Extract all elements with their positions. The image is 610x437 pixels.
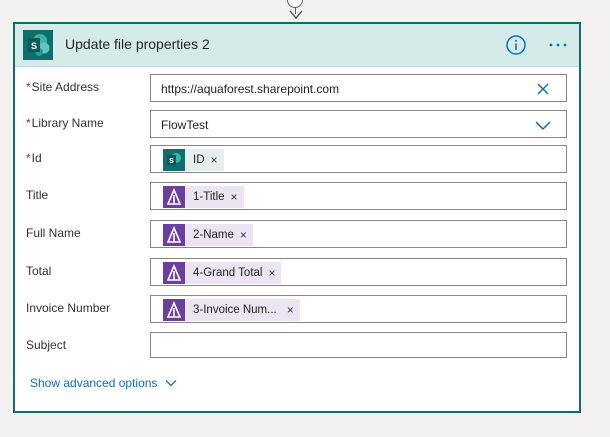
site-address-label: *Site Address (26, 80, 100, 94)
invoice-number-token[interactable]: 3-Invoice Num... × (163, 299, 300, 321)
sharepoint-logo-icon: S (23, 30, 53, 60)
add-step-circle[interactable] (287, 0, 303, 8)
site-address-field[interactable]: https://aquaforest.sharepoint.com (150, 74, 567, 102)
form-recognizer-icon (163, 262, 185, 284)
title-field[interactable]: 1-Title × (150, 182, 567, 210)
full-name-token[interactable]: 2-Name × (163, 224, 253, 246)
library-name-dropdown[interactable]: FlowTest (150, 110, 567, 138)
remove-token-icon[interactable]: × (287, 303, 300, 317)
chevron-down-icon (165, 380, 177, 387)
sharepoint-token-icon: S (163, 149, 185, 171)
remove-token-icon[interactable]: × (231, 190, 244, 204)
arrow-down-icon (289, 10, 303, 20)
advanced-options-label: Show advanced options (30, 376, 158, 390)
card-title: Update file properties 2 (65, 36, 210, 52)
title-token-label: 1-Title (193, 191, 225, 203)
more-options-icon[interactable] (545, 34, 571, 56)
full-name-token-label: 2-Name (193, 229, 234, 241)
full-name-label: Full Name (26, 226, 81, 240)
action-card: S Update file properties 2 *Site Address… (13, 22, 581, 413)
library-name-label: *Library Name (26, 116, 104, 130)
subject-label: Subject (26, 338, 67, 352)
library-name-value: FlowTest (161, 118, 209, 132)
info-icon[interactable] (505, 34, 527, 56)
remove-token-icon[interactable]: × (211, 153, 224, 167)
form-recognizer-icon (163, 224, 185, 246)
clear-icon[interactable] (536, 82, 550, 96)
total-field[interactable]: 4-Grand Total × (150, 258, 567, 286)
chevron-down-icon[interactable] (535, 118, 551, 132)
full-name-field[interactable]: 2-Name × (150, 220, 567, 248)
svg-text:S: S (31, 41, 37, 51)
invoice-number-token-label: 3-Invoice Num... (193, 304, 277, 316)
id-field[interactable]: S ID × (150, 145, 567, 173)
id-label: *Id (26, 151, 42, 165)
remove-token-icon[interactable]: × (268, 266, 281, 280)
invoice-number-label: Invoice Number (26, 301, 111, 315)
subject-input[interactable] (150, 332, 567, 358)
form-recognizer-icon (163, 186, 185, 208)
invoice-number-field[interactable]: 3-Invoice Num... × (150, 295, 567, 323)
remove-token-icon[interactable]: × (240, 228, 253, 242)
total-label: Total (26, 264, 52, 278)
form-recognizer-icon (163, 299, 185, 321)
site-address-value: https://aquaforest.sharepoint.com (161, 82, 340, 96)
show-advanced-options-link[interactable]: Show advanced options (30, 376, 177, 390)
total-token-label: 4-Grand Total (193, 267, 263, 279)
id-token[interactable]: S ID × (163, 149, 224, 171)
title-token[interactable]: 1-Title × (163, 186, 244, 208)
id-token-label: ID (193, 154, 205, 166)
total-token[interactable]: 4-Grand Total × (163, 262, 282, 284)
title-label: Title (26, 188, 49, 202)
svg-text:S: S (169, 158, 174, 165)
card-header[interactable]: S Update file properties 2 (15, 24, 579, 67)
